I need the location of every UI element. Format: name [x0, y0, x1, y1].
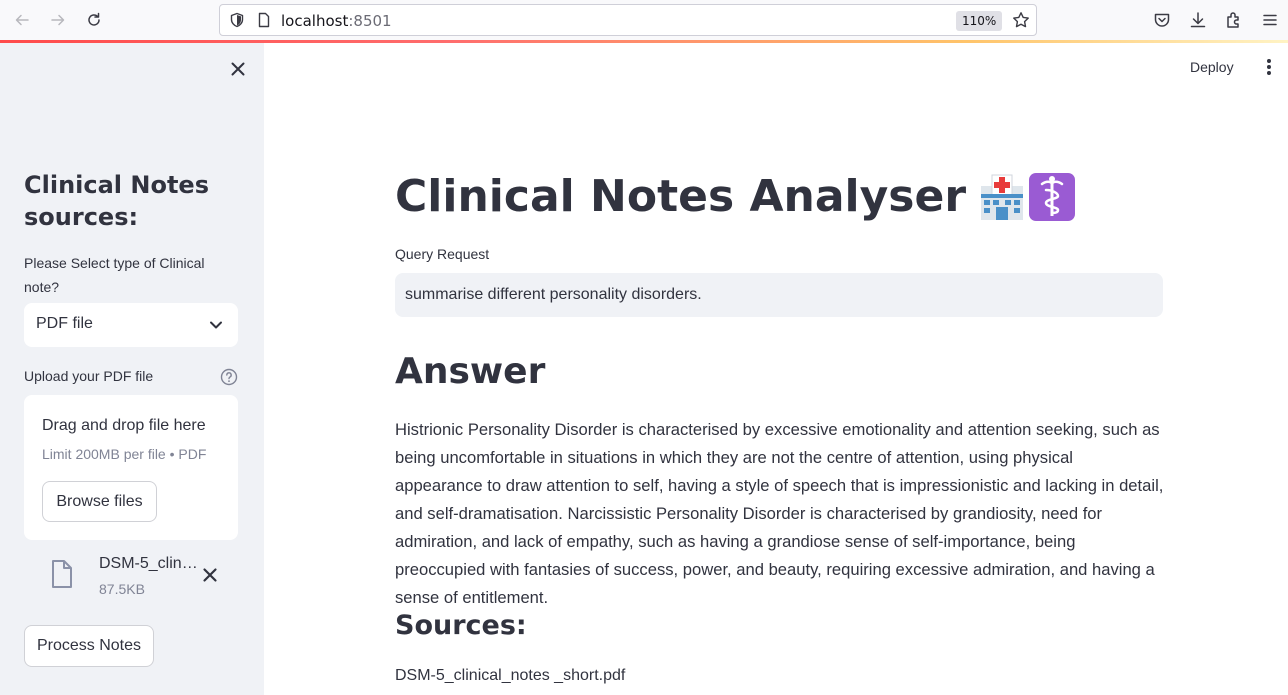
address-bar[interactable]: localhost:8501 110%	[219, 4, 1037, 36]
extensions-icon[interactable]	[1225, 11, 1243, 29]
chevron-down-icon	[210, 321, 222, 329]
reload-icon	[88, 12, 100, 26]
answer-text: Histrionic Personality Disorder is chara…	[395, 420, 1164, 607]
sidebar: Clinical Notes sources: Please Select ty…	[0, 43, 264, 695]
more-options-icon[interactable]	[1260, 57, 1278, 77]
close-icon	[231, 62, 245, 76]
remove-file-icon[interactable]	[200, 565, 220, 585]
browser-toolbar: localhost:8501 110%	[0, 0, 1288, 41]
reload-button[interactable]	[82, 8, 106, 32]
bookmark-star-icon[interactable]	[1012, 11, 1030, 29]
medical-symbol-icon	[1029, 173, 1076, 221]
browse-files-button[interactable]: Browse files	[42, 481, 157, 522]
url-host: localhost	[281, 12, 349, 30]
zoom-level-badge[interactable]: 110%	[956, 11, 1003, 31]
dropzone-title: Drag and drop file here	[42, 417, 206, 434]
deploy-button[interactable]: Deploy	[1186, 57, 1238, 77]
pocket-icon[interactable]	[1153, 11, 1171, 29]
query-label: Query Request	[395, 246, 490, 262]
uploaded-file-size: 87.5KB	[99, 581, 145, 597]
sidebar-close-button[interactable]	[226, 57, 250, 81]
process-notes-button[interactable]: Process Notes	[24, 625, 154, 667]
answer-heading: Answer	[395, 351, 546, 392]
note-type-value: PDF file	[36, 315, 93, 332]
sidebar-title: Clinical Notes sources:	[24, 171, 209, 231]
main-content: Deploy Clinical Notes Analyser Query Req…	[264, 43, 1288, 695]
hospital-icon	[981, 174, 1024, 220]
query-input[interactable]	[395, 273, 1163, 317]
download-icon[interactable]	[1189, 11, 1207, 29]
arrow-right-icon	[51, 14, 65, 26]
source-item: DSM-5_clinical_notes _short.pdf	[395, 667, 626, 684]
url-port: :8501	[348, 12, 392, 30]
upload-label: Upload your PDF file	[24, 368, 154, 384]
file-icon	[52, 560, 72, 588]
uploaded-file-name: DSM-5_clinical_notes _short.pdf	[99, 555, 199, 572]
help-icon[interactable]	[220, 368, 238, 386]
arrow-left-icon	[15, 14, 29, 26]
page-title-text: Clinical Notes Analyser	[395, 171, 967, 222]
shield-icon[interactable]	[229, 12, 245, 28]
page-icon[interactable]	[256, 12, 272, 28]
forward-button[interactable]	[46, 8, 70, 32]
note-type-select[interactable]: PDF file	[24, 303, 238, 347]
page-title: Clinical Notes Analyser	[395, 169, 1076, 225]
url-text[interactable]: localhost:8501	[281, 12, 392, 30]
menu-icon[interactable]	[1261, 11, 1279, 29]
note-type-label: Please Select type of Clinical note?	[24, 255, 205, 295]
dropzone-limit: Limit 200MB per file • PDF	[42, 446, 207, 462]
back-button[interactable]	[10, 8, 34, 32]
file-dropzone[interactable]: Drag and drop file here Limit 200MB per …	[24, 395, 238, 540]
sources-heading: Sources:	[395, 610, 527, 641]
